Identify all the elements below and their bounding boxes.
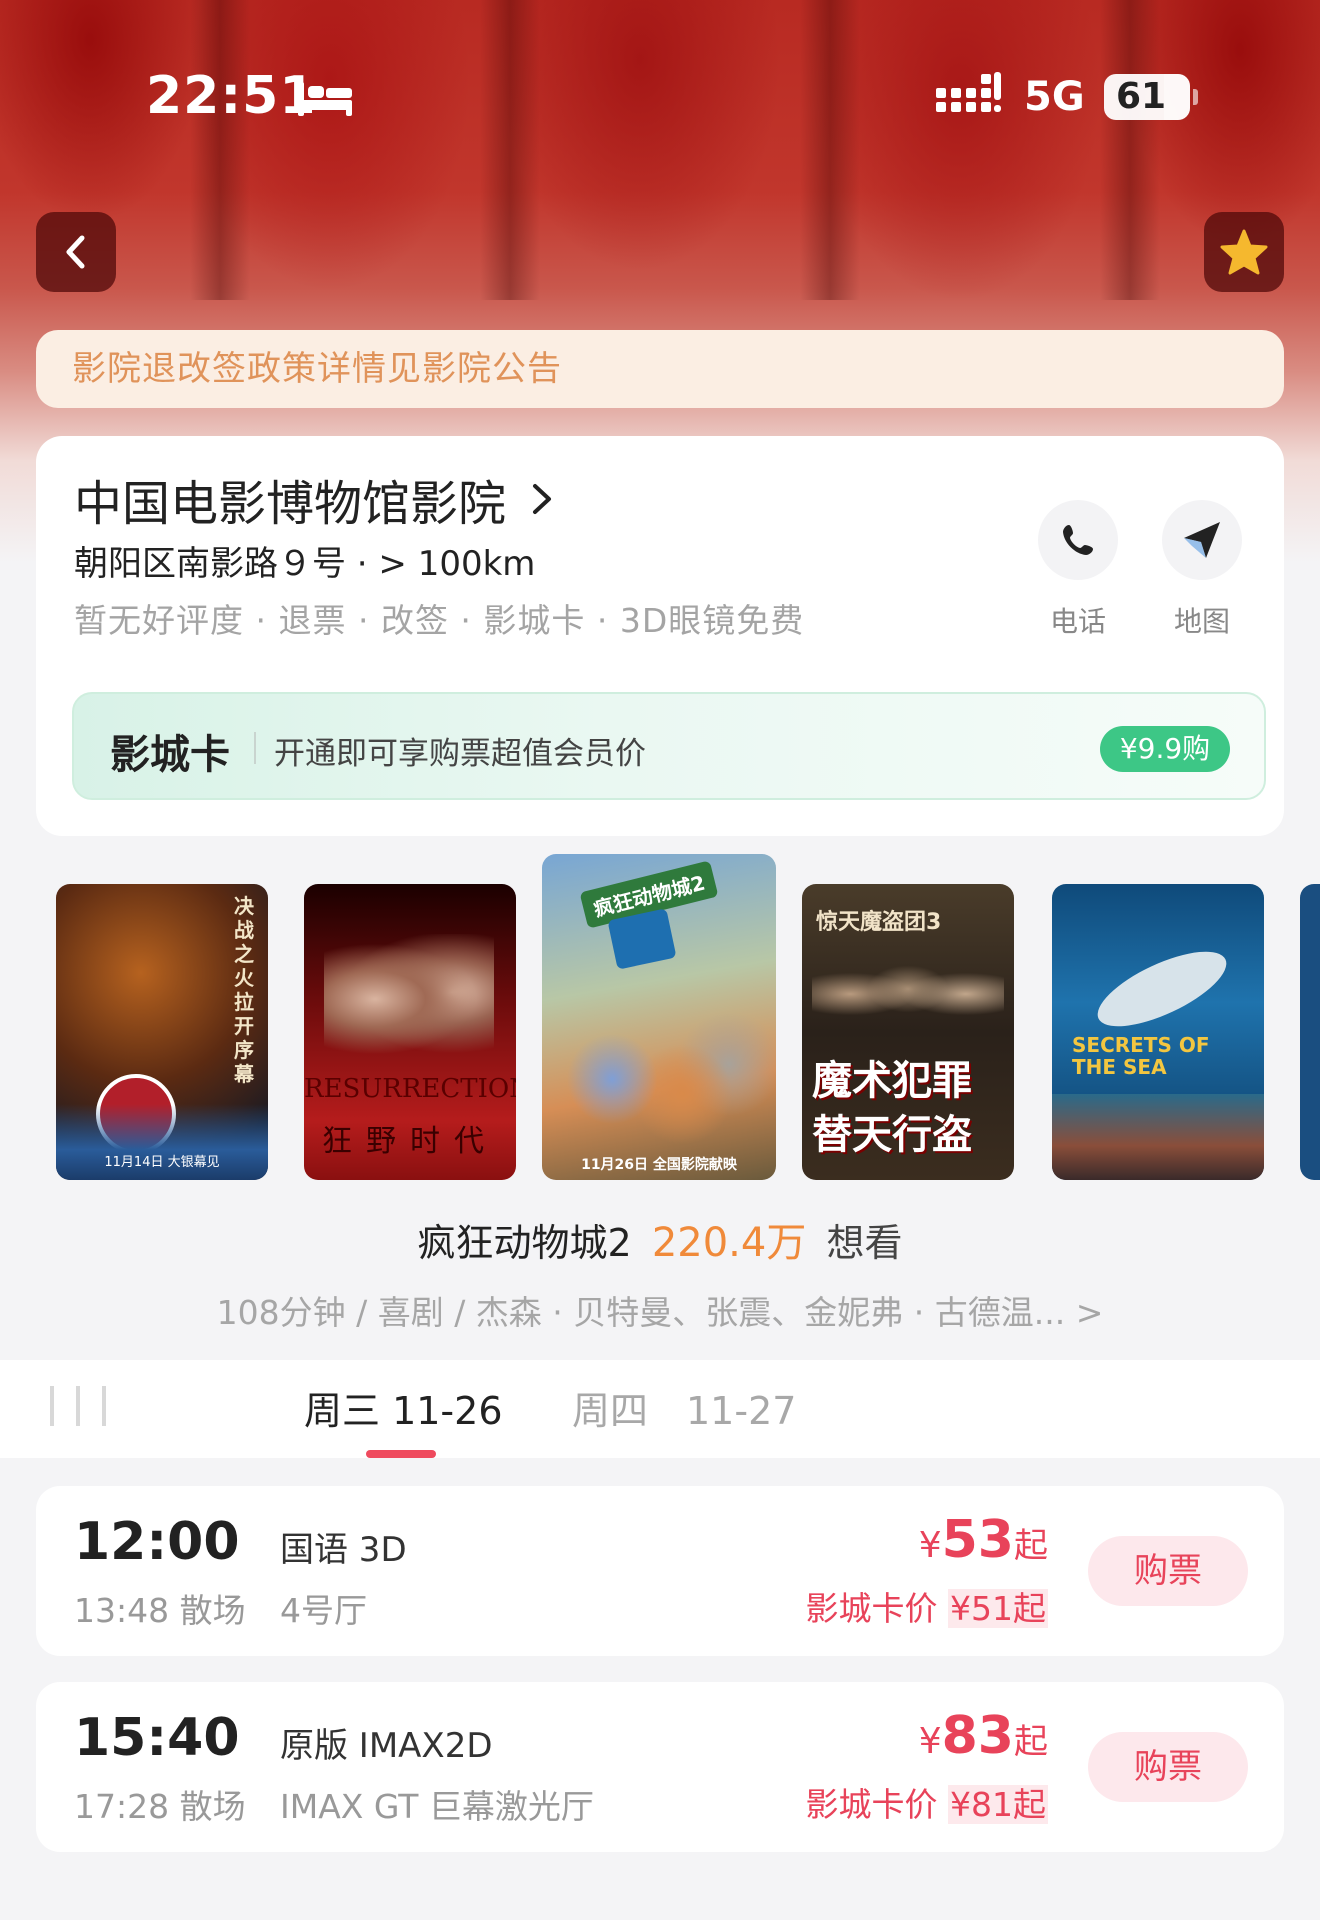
seat-shadow	[190, 0, 250, 300]
price-amount: 83	[941, 1706, 1014, 1766]
price: ¥53起	[919, 1510, 1048, 1570]
poster-reef	[1052, 1094, 1264, 1180]
card-price: 影城卡价 ¥81起	[805, 1778, 1048, 1826]
map-label: 地图	[1173, 605, 1230, 638]
star-icon	[1220, 229, 1268, 275]
card-price-label: 影城卡价	[805, 1589, 938, 1628]
poster-zootopia-2[interactable]: 疯狂动物城2 11月26日 全国影院献映	[542, 854, 776, 1180]
chevron-right-icon	[533, 484, 552, 514]
battery-icon: 61	[1104, 74, 1198, 120]
chevron-left-icon	[66, 235, 85, 269]
cinema-info-card: 中国电影博物馆影院 朝阳区南影路９号 · > 100km 暂无好评度 · 退票 …	[36, 436, 1284, 836]
poster-partial[interactable]	[1300, 884, 1320, 1180]
poster-footer: 11月26日 全国影院献映	[581, 1157, 737, 1173]
map-button[interactable]: 地图	[1162, 500, 1242, 640]
tab-fade-marks	[50, 1386, 106, 1426]
hall-label: IMAX GT 巨幕激光厅	[280, 1787, 594, 1826]
battery-level: 61	[1116, 76, 1167, 117]
call-label: 电话	[1049, 605, 1106, 638]
poster-whale	[1087, 936, 1237, 1042]
back-button[interactable]	[36, 212, 116, 292]
poster-footer: 11月14日 大银幕见	[104, 1155, 220, 1170]
buy-ticket-button[interactable]: 购票	[1088, 1536, 1248, 1606]
promo-buy-button[interactable]: ¥9.9购	[1100, 726, 1230, 772]
active-tab-indicator	[366, 1450, 436, 1458]
battery-empty	[1164, 74, 1190, 120]
card-price-label: 影城卡价	[805, 1785, 938, 1824]
signal-icon	[936, 72, 1001, 112]
currency-symbol: ¥	[918, 1525, 942, 1566]
poster-resurrection[interactable]: RESURRECTION 狂野时代	[304, 884, 516, 1180]
want-count: 220.4万	[651, 1220, 807, 1266]
poster-faces	[812, 944, 1004, 1044]
poster-overlay-text: 惊天魔盗团3	[816, 910, 942, 935]
cinema-card-promo[interactable]: 影城卡 开通即可享购票超值会员价 ¥9.9购	[72, 692, 1266, 800]
poster-demon-slayer[interactable]: 决战之火拉开序幕 11月14日 大银幕见	[56, 884, 268, 1180]
price-amount: 53	[941, 1510, 1014, 1570]
navigation-arrow-icon	[1162, 500, 1242, 580]
tab-date-1127[interactable]: 周四 11-27	[572, 1380, 796, 1435]
poster-overlay-text: 决战之火拉开序幕	[234, 894, 254, 1086]
seat-shadow	[480, 0, 540, 300]
showtime-row[interactable]: 12:00 13:48 散场 国语 3D 4号厅 ¥53起 影城卡价 ¥51起 …	[36, 1486, 1284, 1656]
movie-title: 疯狂动物城2	[417, 1221, 632, 1265]
poster-now-you-see-me-3[interactable]: 惊天魔盗团3 魔术犯罪 替天行盗	[802, 884, 1014, 1180]
poster-secrets-of-the-sea[interactable]: SECRETS OF THE SEA	[1052, 884, 1264, 1180]
end-time: 13:48 散场	[74, 1591, 246, 1630]
poster-overlay-text: RESURRECTION	[304, 1074, 516, 1104]
start-time: 15:40	[74, 1708, 240, 1768]
cinema-address: 朝阳区南影路９号 · > 100km	[74, 544, 536, 584]
start-time: 12:00	[74, 1512, 240, 1572]
promo-divider	[254, 732, 256, 764]
poster-footer: 魔术犯罪 替天行盗	[812, 1058, 972, 1158]
card-price-value: ¥51起	[948, 1589, 1048, 1628]
call-button[interactable]: 电话	[1038, 500, 1118, 640]
card-price-value: ¥81起	[948, 1785, 1048, 1824]
showtime-row[interactable]: 15:40 17:28 散场 原版 IMAX2D IMAX GT 巨幕激光厅 ¥…	[36, 1682, 1284, 1852]
promo-title: 影城卡	[110, 732, 230, 778]
price-suffix: 起	[1014, 1722, 1048, 1762]
buy-ticket-button[interactable]: 购票	[1088, 1732, 1248, 1802]
movie-meta[interactable]: 108分钟 / 喜剧 / 杰森 · 贝特曼、张震、金妮弗 · 古德温... >	[0, 1286, 1320, 1334]
seat-shadow	[800, 0, 860, 300]
cinema-tags: 暂无好评度 · 退票 · 改签 · 影城卡 · 3D眼镜免费	[74, 601, 805, 640]
hall-label: 4号厅	[280, 1591, 367, 1630]
poster-characters	[542, 1004, 776, 1154]
card-price: 影城卡价 ¥51起	[805, 1582, 1048, 1630]
poster-overlay-text: SECRETS OF THE SEA	[1072, 1033, 1210, 1079]
price-suffix: 起	[1014, 1526, 1048, 1566]
date-tabs: 周三 11-26 周四 11-27	[0, 1360, 1320, 1458]
poster-footer: 狂野时代	[322, 1124, 498, 1159]
currency-symbol: ¥	[918, 1721, 942, 1762]
price: ¥83起	[919, 1706, 1048, 1766]
end-time: 17:28 散场	[74, 1787, 246, 1826]
phone-icon	[1038, 500, 1118, 580]
promo-description: 开通即可享购票超值会员价	[274, 736, 646, 772]
cinema-name-link[interactable]: 中国电影博物馆影院	[74, 464, 554, 534]
status-time: 22:51	[146, 66, 317, 126]
want-label: 想看	[826, 1221, 903, 1265]
favorite-button[interactable]	[1204, 212, 1284, 292]
poster-faces	[324, 934, 494, 1064]
movie-poster-carousel[interactable]: 决战之火拉开序幕 11月14日 大银幕见 RESURRECTION 狂野时代 疯…	[0, 850, 1320, 1190]
selected-movie-row[interactable]: 疯狂动物城2 220.4万 想看	[0, 1210, 1320, 1268]
bed-icon	[298, 82, 352, 116]
version-label: 原版 IMAX2D	[280, 1726, 493, 1766]
policy-notice[interactable]: 影院退改签政策详情见影院公告	[36, 330, 1284, 408]
poster-sign	[607, 908, 677, 970]
tab-date-1126[interactable]: 周三 11-26	[304, 1380, 503, 1435]
network-type: 5G	[1024, 74, 1085, 120]
seat-shadow	[1100, 0, 1160, 300]
version-label: 国语 3D	[280, 1530, 407, 1570]
cinema-name: 中国电影博物馆影院	[74, 476, 507, 532]
